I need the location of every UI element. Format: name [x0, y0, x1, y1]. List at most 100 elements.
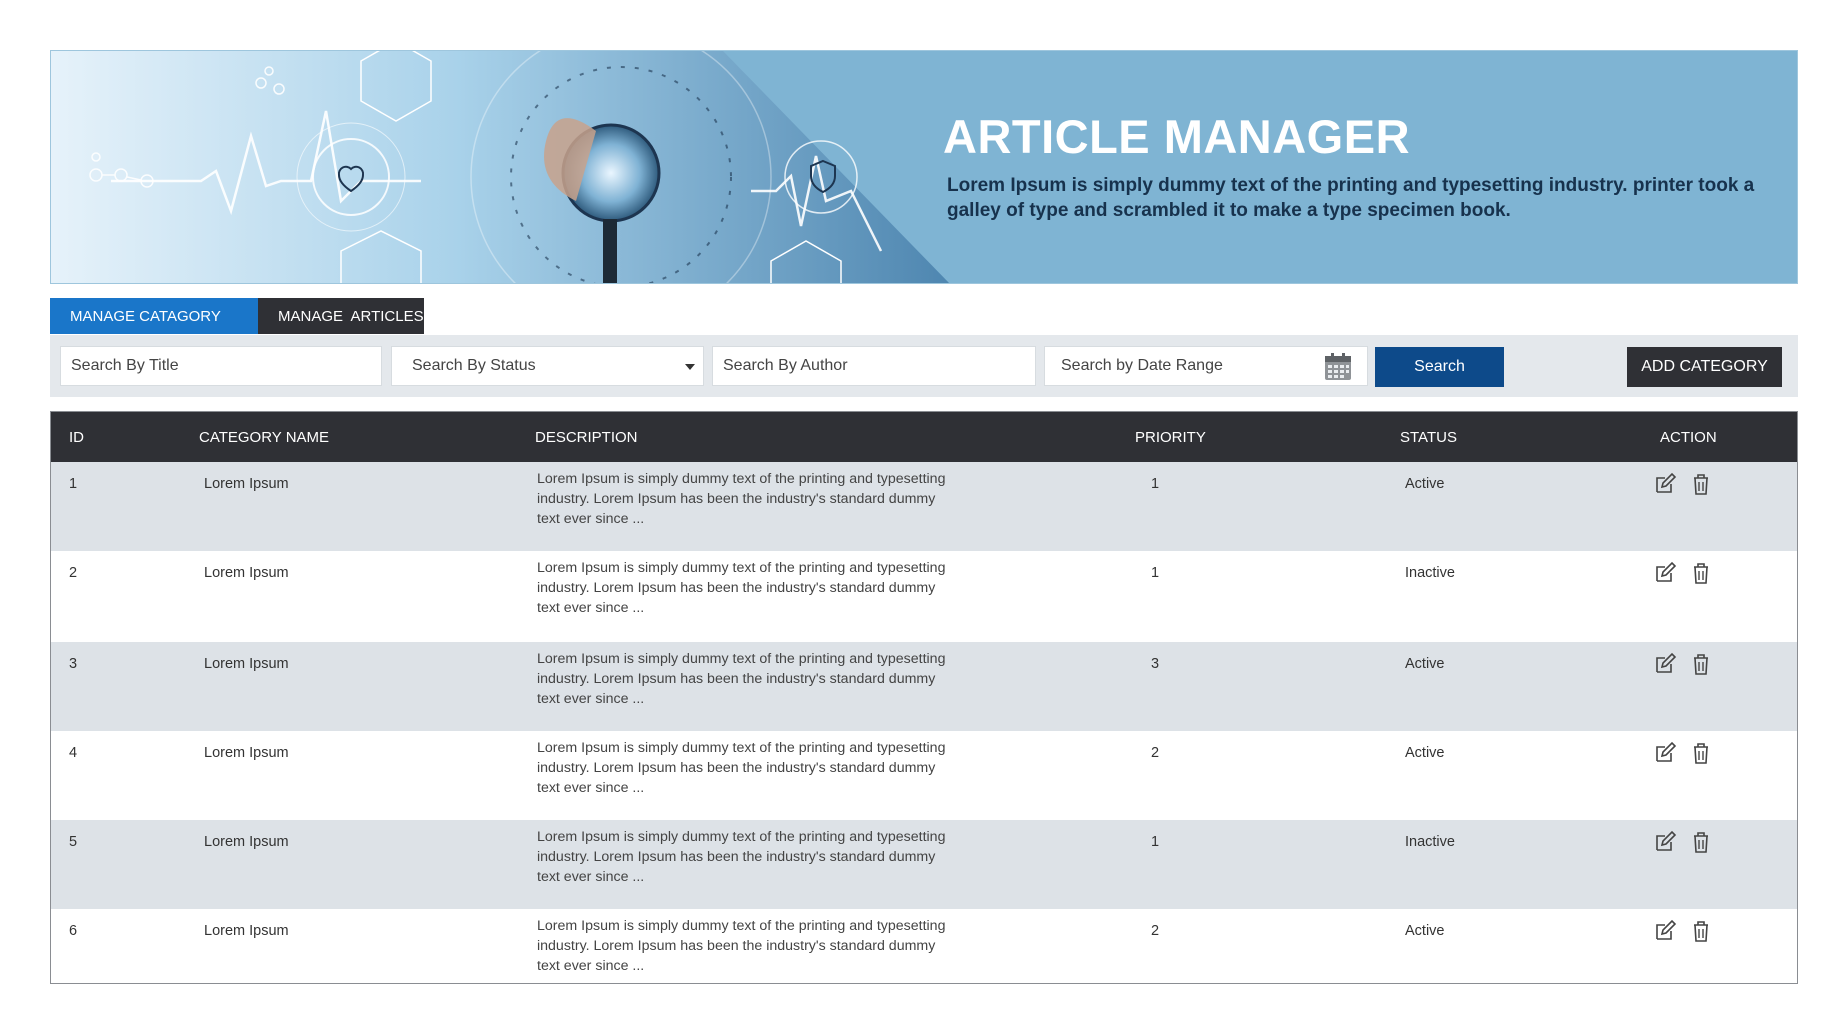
description-line: Lorem Ipsum is simply dummy text of the …	[537, 829, 946, 845]
row-category-name: Lorem Ipsum	[204, 745, 289, 761]
col-id: ID	[69, 428, 84, 446]
row-actions	[1650, 462, 1797, 496]
description-line: industry. Lorem Ipsum has been the indus…	[537, 671, 936, 687]
add-category-button[interactable]: ADD CATEGORY	[1627, 347, 1782, 387]
date-range-field	[1044, 346, 1368, 386]
table-row: 1 Lorem Ipsum Lorem Ipsum is simply dummy …	[51, 462, 1797, 551]
category-table: ID CATEGORY NAME DESCRIPTION PRIORITY ST…	[50, 411, 1798, 984]
col-status: STATUS	[1400, 428, 1457, 446]
edit-icon[interactable]	[1653, 830, 1677, 854]
description-line: text ever since ...	[537, 869, 645, 885]
table-row: 6 Lorem Ipsum Lorem Ipsum is simply dummy …	[51, 909, 1797, 983]
search-author-field	[712, 346, 1036, 386]
description-line: text ever since ...	[537, 511, 645, 527]
calendar-icon[interactable]	[1323, 352, 1353, 382]
table-row: 3 Lorem Ipsum Lorem Ipsum is simply dummy …	[51, 642, 1797, 731]
row-category-name: Lorem Ipsum	[204, 834, 289, 850]
row-priority: 1	[1151, 834, 1160, 850]
row-priority: 3	[1151, 656, 1160, 672]
description-line: Lorem Ipsum is simply dummy text of the …	[537, 560, 946, 576]
delete-icon[interactable]	[1689, 652, 1713, 676]
description-line: Lorem Ipsum is simply dummy text of the …	[537, 740, 946, 756]
table-row: 5 Lorem Ipsum Lorem Ipsum is simply dummy …	[51, 820, 1797, 909]
delete-icon[interactable]	[1689, 472, 1713, 496]
col-action: ACTION	[1660, 428, 1717, 446]
row-status: Active	[1405, 476, 1445, 492]
search-title-input[interactable]	[71, 357, 335, 375]
description-line: industry. Lorem Ipsum has been the indus…	[537, 580, 936, 596]
row-status: Active	[1405, 656, 1445, 672]
col-category-name: CATEGORY NAME	[199, 428, 330, 446]
edit-icon[interactable]	[1653, 472, 1677, 496]
row-description: Lorem Ipsum is simply dummy text of the …	[535, 820, 1131, 887]
row-description: Lorem Ipsum is simply dummy text of the …	[535, 642, 1131, 709]
row-priority: 2	[1151, 745, 1160, 761]
table-row: 2 Lorem Ipsum Lorem Ipsum is simply dummy …	[51, 551, 1797, 642]
date-range-input[interactable]	[1061, 357, 1276, 375]
search-status-select[interactable]: Search By Status	[391, 346, 704, 386]
row-description: Lorem Ipsum is simply dummy text of the …	[535, 909, 1131, 976]
row-priority: 1	[1151, 476, 1160, 492]
delete-icon[interactable]	[1689, 561, 1713, 585]
row-actions	[1650, 642, 1797, 676]
tab-manage-articles[interactable]: MANAGE ARTICLES	[258, 298, 424, 334]
row-priority: 2	[1151, 923, 1160, 939]
delete-icon[interactable]	[1689, 919, 1713, 943]
tab-bar: MANAGE CATAGORY MANAGE ARTICLES	[50, 298, 424, 334]
search-button[interactable]: Search	[1375, 347, 1504, 387]
page-title: ARTICLE MANAGER	[943, 110, 1411, 163]
row-status: Active	[1405, 923, 1445, 939]
search-author-input[interactable]	[723, 357, 989, 375]
description-line: industry. Lorem Ipsum has been the indus…	[537, 849, 936, 865]
row-status: Inactive	[1405, 565, 1455, 581]
chevron-down-icon[interactable]	[685, 364, 695, 370]
edit-icon[interactable]	[1653, 919, 1677, 943]
search-title-field	[60, 346, 382, 386]
row-id: 5	[69, 834, 78, 850]
table-row: 4 Lorem Ipsum Lorem Ipsum is simply dummy …	[51, 731, 1797, 820]
row-id: 3	[69, 656, 78, 672]
edit-icon[interactable]	[1653, 741, 1677, 765]
search-status-label: Search By Status	[412, 357, 536, 374]
table-header-row: ID CATEGORY NAME DESCRIPTION PRIORITY ST…	[51, 412, 1797, 462]
banner: ARTICLE MANAGER Lorem Ipsum is simply du…	[50, 50, 1798, 284]
row-category-name: Lorem Ipsum	[204, 565, 289, 581]
medical-banner-illustration	[51, 51, 950, 283]
description-line: text ever since ...	[537, 600, 645, 616]
row-id: 6	[69, 923, 78, 939]
row-actions	[1650, 551, 1797, 585]
description-line: text ever since ...	[537, 780, 645, 796]
banner-description: Lorem Ipsum is simply dummy text of the …	[947, 175, 1755, 221]
row-actions	[1650, 820, 1797, 854]
edit-icon[interactable]	[1653, 652, 1677, 676]
row-id: 1	[69, 476, 78, 492]
row-category-name: Lorem Ipsum	[204, 656, 289, 672]
description-line: Lorem Ipsum is simply dummy text of the …	[537, 918, 946, 934]
description-line: text ever since ...	[537, 958, 645, 974]
edit-icon[interactable]	[1653, 561, 1677, 585]
row-description: Lorem Ipsum is simply dummy text of the …	[535, 731, 1131, 798]
row-priority: 1	[1151, 565, 1160, 581]
tab-manage-category[interactable]: MANAGE CATAGORY	[50, 298, 258, 334]
row-description: Lorem Ipsum is simply dummy text of the …	[535, 551, 1131, 618]
description-line: text ever since ...	[537, 691, 645, 707]
description-line: Lorem Ipsum is simply dummy text of the …	[537, 471, 946, 487]
description-line: Lorem Ipsum is simply dummy text of the …	[537, 651, 946, 667]
delete-icon[interactable]	[1689, 741, 1713, 765]
row-status: Active	[1405, 745, 1445, 761]
description-line: industry. Lorem Ipsum has been the indus…	[537, 491, 936, 507]
row-actions	[1650, 909, 1797, 943]
row-description: Lorem Ipsum is simply dummy text of the …	[535, 462, 1131, 529]
row-category-name: Lorem Ipsum	[204, 476, 289, 492]
filter-bar: Search By Status Search ADD CATEGORY	[50, 335, 1798, 397]
description-line: industry. Lorem Ipsum has been the indus…	[537, 760, 936, 776]
description-line: industry. Lorem Ipsum has been the indus…	[537, 938, 936, 954]
row-category-name: Lorem Ipsum	[204, 923, 289, 939]
col-description: DESCRIPTION	[535, 428, 638, 446]
col-priority: PRIORITY	[1135, 428, 1206, 446]
row-id: 4	[69, 745, 78, 761]
row-actions	[1650, 731, 1797, 765]
row-status: Inactive	[1405, 834, 1455, 850]
row-id: 2	[69, 565, 78, 581]
delete-icon[interactable]	[1689, 830, 1713, 854]
